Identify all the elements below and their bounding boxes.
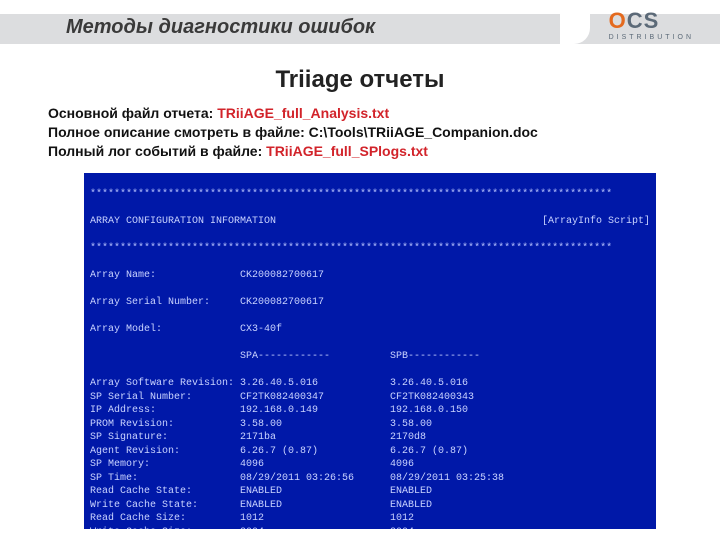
term-label: SP Signature: — [90, 431, 240, 445]
term-spb: 1012 — [390, 512, 540, 526]
logo-cs: CS — [627, 8, 660, 33]
term-row: Array Model:CX3-40f — [90, 323, 650, 337]
term-spb: 2170d8 — [390, 431, 540, 445]
intro-label-3: Полный лог событий в файле: — [48, 143, 266, 159]
intro-value-1: TRiiAGE_full_Analysis.txt — [217, 105, 389, 121]
terminal-header: ARRAY CONFIGURATION INFORMATION [ArrayInf… — [90, 215, 650, 229]
term-label: SP Time: — [90, 472, 240, 486]
intro-label-1: Основной файл отчета: — [48, 105, 217, 121]
term-spa: ENABLED — [240, 499, 390, 513]
term-col-header: SPA------------SPB------------ — [90, 350, 650, 364]
term-row: Read Cache Size:10121012 — [90, 512, 650, 526]
term-label: Write Cache Size: — [90, 526, 240, 529]
terminal-output: ****************************************… — [84, 173, 656, 529]
term-spa: 192.168.0.149 — [240, 404, 390, 418]
term-row: Write Cache Size:20042004 — [90, 526, 650, 529]
term-label: Array Model: — [90, 323, 240, 337]
term-spb: 3.58.00 — [390, 418, 540, 432]
term-val: CK200082700617 — [240, 297, 324, 308]
term-row: SP Memory:40964096 — [90, 458, 650, 472]
term-spa: 4096 — [240, 458, 390, 472]
terminal-header-right: [ArrayInfo Script] — [542, 215, 650, 229]
term-row: Write Cache State:ENABLEDENABLED — [90, 499, 650, 513]
term-spb: ENABLED — [390, 485, 540, 499]
term-spa: 3.26.40.5.016 — [240, 377, 390, 391]
intro-line-2: Полное описание смотреть в файле: C:\Too… — [48, 123, 690, 142]
term-spb: 192.168.0.150 — [390, 404, 540, 418]
term-label: Read Cache Size: — [90, 512, 240, 526]
term-spa: 6.26.7 (0.87) — [240, 445, 390, 459]
term-label: Array Serial Number: — [90, 296, 240, 310]
term-label: IP Address: — [90, 404, 240, 418]
intro-value-3: TRiiAGE_full_SPlogs.txt — [266, 143, 428, 159]
term-row: Array Software Revision:3.26.40.5.0163.2… — [90, 377, 650, 391]
intro-line-1: Основной файл отчета: TRiiAGE_full_Analy… — [48, 104, 690, 123]
logo-text: OCS — [609, 10, 694, 32]
term-label: SP Serial Number: — [90, 391, 240, 405]
term-rows: Array Software Revision:3.26.40.5.0163.2… — [90, 377, 650, 529]
term-spb: CF2TK082400343 — [390, 391, 540, 405]
intro-value-2: C:\Tools\TRiiAGE_Companion.doc — [309, 124, 538, 140]
term-spa: 08/29/2011 03:26:56 — [240, 472, 390, 486]
term-spb: 6.26.7 (0.87) — [390, 445, 540, 459]
term-spa: 2171ba — [240, 431, 390, 445]
term-row: SP Signature:2171ba2170d8 — [90, 431, 650, 445]
page-title: Методы диагностики ошибок — [66, 16, 375, 39]
term-label: Agent Revision: — [90, 445, 240, 459]
term-label: Read Cache State: — [90, 485, 240, 499]
term-row: PROM Revision:3.58.003.58.00 — [90, 418, 650, 432]
term-spb: ENABLED — [390, 499, 540, 513]
term-spb: 2004 — [390, 526, 540, 529]
logo-o: O — [609, 8, 627, 33]
term-spb: 08/29/2011 03:25:38 — [390, 472, 540, 486]
term-spa: ENABLED — [240, 485, 390, 499]
term-val: CX3-40f — [240, 324, 282, 335]
term-spa: 2004 — [240, 526, 390, 529]
term-spb: 3.26.40.5.016 — [390, 377, 540, 391]
term-spa-hdr: SPA------------ — [240, 350, 390, 364]
logo: OCS DISTRIBUTION — [609, 10, 694, 41]
term-spa: CF2TK082400347 — [240, 391, 390, 405]
stars-line: ****************************************… — [90, 188, 650, 202]
term-spb: 4096 — [390, 458, 540, 472]
term-row: SP Time:08/29/2011 03:26:5608/29/2011 03… — [90, 472, 650, 486]
term-label: PROM Revision: — [90, 418, 240, 432]
term-label: Array Name: — [90, 269, 240, 283]
term-row: Array Serial Number:CK200082700617 — [90, 296, 650, 310]
term-label: SP Memory: — [90, 458, 240, 472]
term-val: CK200082700617 — [240, 270, 324, 281]
terminal-header-left: ARRAY CONFIGURATION INFORMATION — [90, 215, 276, 229]
section-title: Triiage отчеты — [0, 66, 720, 94]
term-spa: 3.58.00 — [240, 418, 390, 432]
header-bar: Методы диагностики ошибок OCS DISTRIBUTI… — [0, 0, 720, 58]
term-spb-hdr: SPB------------ — [390, 350, 540, 364]
intro-line-3: Полный лог событий в файле: TRiiAGE_full… — [48, 142, 690, 161]
term-row: Agent Revision:6.26.7 (0.87)6.26.7 (0.87… — [90, 445, 650, 459]
intro-block: Основной файл отчета: TRiiAGE_full_Analy… — [48, 104, 690, 161]
logo-subtitle: DISTRIBUTION — [609, 34, 694, 41]
term-label: Array Software Revision: — [90, 377, 240, 391]
term-spa: 1012 — [240, 512, 390, 526]
term-row: SP Serial Number:CF2TK082400347CF2TK0824… — [90, 391, 650, 405]
stars-line: ****************************************… — [90, 242, 650, 256]
term-row: Read Cache State:ENABLEDENABLED — [90, 485, 650, 499]
term-row: IP Address:192.168.0.149192.168.0.150 — [90, 404, 650, 418]
term-row: Array Name:CK200082700617 — [90, 269, 650, 283]
intro-label-2: Полное описание смотреть в файле: — [48, 124, 309, 140]
term-label: Write Cache State: — [90, 499, 240, 513]
